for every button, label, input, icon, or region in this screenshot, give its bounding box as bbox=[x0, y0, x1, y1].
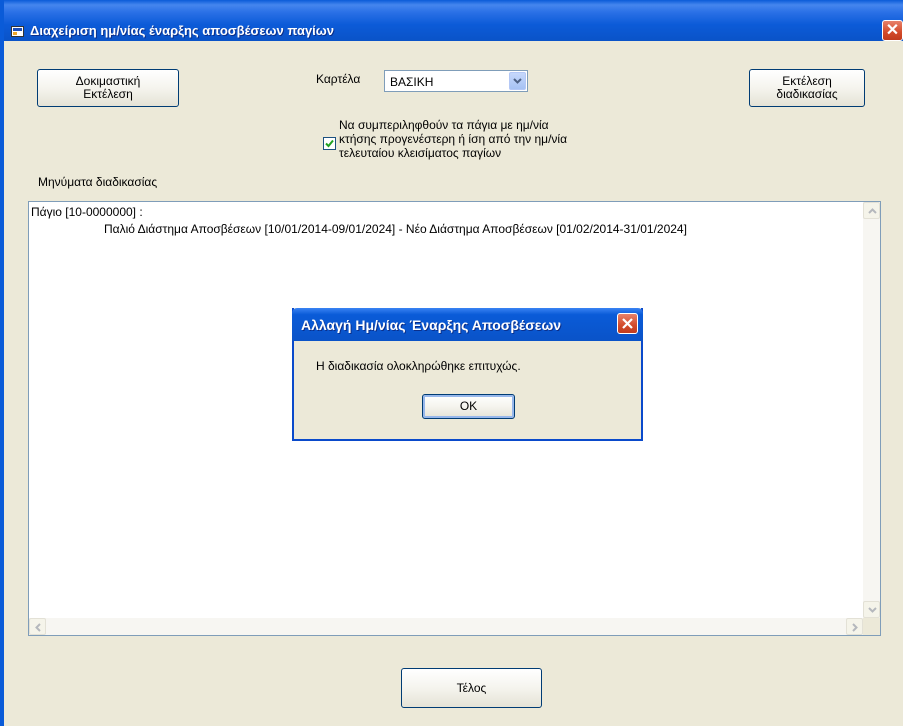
chevron-up-icon bbox=[868, 208, 877, 214]
messages-label: Μηνύματα διαδικασίας bbox=[38, 175, 158, 189]
dialog-title-bar[interactable]: Αλλαγή Ημ/νίας Έναρξης Αποσβέσεων bbox=[292, 308, 643, 341]
scroll-up-button[interactable] bbox=[863, 202, 880, 219]
chevron-down-icon bbox=[868, 607, 877, 613]
dialog-title: Αλλαγή Ημ/νίας Έναρξης Αποσβέσεων bbox=[301, 317, 562, 333]
execute-button[interactable]: Εκτέλεση διαδικασίας bbox=[749, 69, 865, 107]
window-title: Διαχείριση ημ/νίας έναρξης αποσβέσεων πα… bbox=[30, 23, 334, 38]
vertical-scrollbar[interactable] bbox=[863, 202, 880, 618]
tab-select[interactable]: ΒΑΣΙΚΗ bbox=[384, 70, 528, 92]
ok-button[interactable]: OK bbox=[422, 394, 515, 419]
app-icon bbox=[11, 26, 24, 37]
chevron-down-icon[interactable] bbox=[509, 72, 526, 90]
scroll-down-button[interactable] bbox=[863, 601, 880, 618]
dialog-message: Η διαδικασία ολοκληρώθηκε επιτυχώς. bbox=[316, 359, 521, 373]
scroll-left-button[interactable] bbox=[29, 618, 46, 635]
include-assets-checkbox[interactable] bbox=[323, 137, 336, 150]
end-button[interactable]: Τέλος bbox=[401, 668, 542, 708]
title-bar[interactable]: Διαχείριση ημ/νίας έναρξης αποσβέσεων πα… bbox=[4, 0, 903, 41]
scrollbar-corner bbox=[863, 618, 880, 635]
tab-select-value: ΒΑΣΙΚΗ bbox=[390, 75, 434, 89]
include-assets-label[interactable]: Να συμπεριληφθούν τα πάγια με ημ/νία κτή… bbox=[339, 118, 567, 160]
close-button[interactable]: ✕ bbox=[882, 20, 903, 41]
chevron-left-icon bbox=[35, 623, 41, 632]
tab-select-label: Καρτέλα bbox=[316, 72, 361, 86]
main-window: Διαχείριση ημ/νίας έναρξης αποσβέσεων πα… bbox=[0, 0, 903, 726]
chevron-right-icon bbox=[852, 623, 858, 632]
completion-dialog: Αλλαγή Ημ/νίας Έναρξης Αποσβέσεων Η διαδ… bbox=[292, 308, 643, 441]
horizontal-scrollbar[interactable] bbox=[29, 618, 863, 635]
dialog-close-button[interactable] bbox=[617, 313, 638, 334]
scroll-right-button[interactable] bbox=[846, 618, 863, 635]
close-icon bbox=[622, 318, 633, 329]
log-line-asset: Πάγιο [10-0000000] : bbox=[31, 205, 143, 219]
test-run-button[interactable]: Δοκιμαστική Εκτέλεση bbox=[37, 69, 179, 107]
checkmark-icon bbox=[325, 139, 334, 148]
log-line-period: Παλιό Διάστημα Αποσβέσεων [10/01/2014-09… bbox=[104, 222, 687, 236]
